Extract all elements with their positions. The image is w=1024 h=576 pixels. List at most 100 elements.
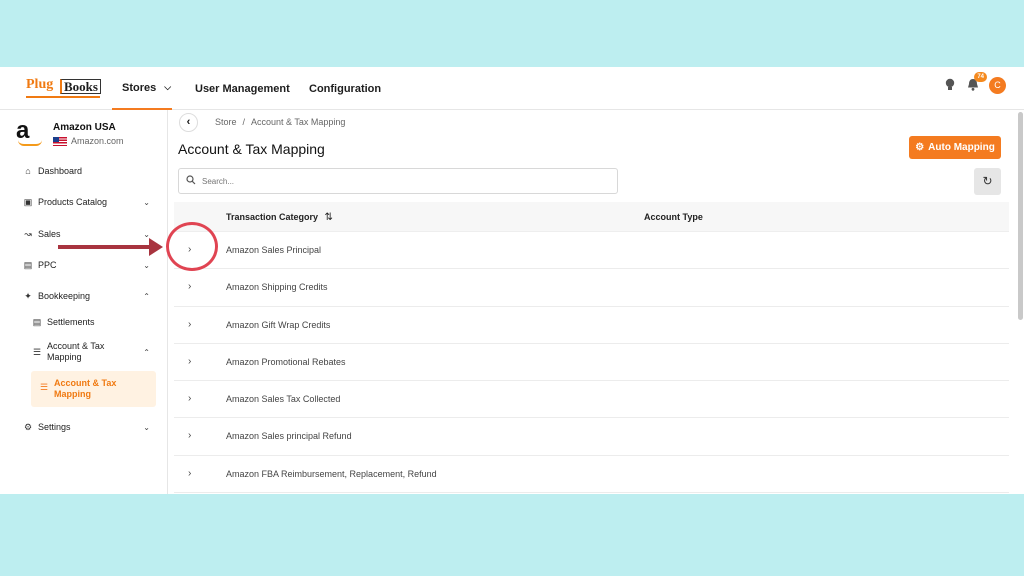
breadcrumb: Store / Account & Tax Mapping	[215, 117, 345, 127]
store-name: Amazon USA	[53, 122, 116, 133]
sitemap-icon: ☰	[31, 347, 43, 358]
us-flag-icon	[53, 137, 67, 146]
chevron-down-icon: ⌵	[164, 82, 171, 93]
chevron-right-icon[interactable]: ›	[188, 356, 191, 367]
sidebar-item-label: Account & Tax Mapping	[47, 341, 117, 363]
sort-icon[interactable]: ⇅	[325, 212, 333, 223]
chevron-down-icon: ⌄	[143, 198, 150, 207]
nav-user-management[interactable]: User Management	[195, 67, 290, 110]
box-icon: ▣	[22, 197, 34, 208]
search-icon	[186, 175, 196, 188]
nav-configuration-label: Configuration	[309, 83, 381, 95]
breadcrumb-store[interactable]: Store	[215, 117, 237, 127]
row-category-name: Amazon Gift Wrap Credits	[226, 320, 330, 330]
app-window: Plug Books Stores ⌵ User Management Conf…	[0, 67, 1024, 494]
bookkeeping-icon: ✦	[22, 291, 34, 302]
nav-user-management-label: User Management	[195, 83, 290, 95]
chevron-down-icon: ⌄	[143, 261, 150, 270]
top-bar: Plug Books Stores ⌵ User Management Conf…	[0, 67, 1024, 110]
ad-icon: ▤	[22, 260, 34, 271]
sidebar: a Amazon USA Amazon.com ⌂ Dashboard ▣ Pr…	[0, 110, 168, 494]
sidebar-item-label: Sales	[38, 229, 61, 239]
nav-stores[interactable]: Stores ⌵	[112, 67, 172, 110]
back-button[interactable]: ‹	[179, 113, 198, 132]
annotation-highlight-circle	[166, 222, 218, 271]
top-right-icons: 74 C	[943, 77, 1006, 94]
store-marketplace-label: Amazon.com	[71, 136, 124, 146]
table-row[interactable]: › Amazon Promotional Rebates	[174, 344, 1009, 381]
logo-plug-text: Plug	[26, 77, 53, 93]
sidebar-item-label: Settings	[38, 422, 71, 432]
sidebar-item-label: PPC	[38, 260, 57, 270]
column-header-account-type: Account Type	[644, 212, 703, 222]
chevron-right-icon[interactable]: ›	[188, 393, 191, 404]
chevron-down-icon: ⌄	[143, 423, 150, 432]
chevron-right-icon[interactable]: ›	[188, 319, 191, 330]
sidebar-item-label: Products Catalog	[38, 197, 107, 207]
row-category-name: Amazon Sales Principal	[226, 245, 321, 255]
sidebar-item-account-tax-mapping[interactable]: ☰ Account & Tax Mapping ⌃	[31, 340, 150, 364]
amazon-logo-icon: a	[16, 120, 44, 148]
row-category-name: Amazon Shipping Credits	[226, 282, 328, 292]
table-row[interactable]: › Amazon Sales Principal	[174, 232, 1009, 269]
row-category-name: Amazon FBA Reimbursement, Replacement, R…	[226, 469, 437, 479]
sidebar-item-account-tax-mapping-active[interactable]: ☰ Account & Tax Mapping	[31, 371, 156, 407]
column-header-label: Transaction Category	[226, 212, 318, 222]
sidebar-item-label: Dashboard	[38, 166, 82, 176]
store-marketplace: Amazon.com	[53, 136, 124, 146]
main-content: ‹ Store / Account & Tax Mapping Account …	[169, 110, 1024, 494]
table-row[interactable]: › Amazon Sales principal Refund	[174, 418, 1009, 455]
sidebar-item-ppc[interactable]: ▤ PPC ⌄	[22, 257, 150, 273]
lightbulb-icon[interactable]	[943, 78, 957, 94]
gear-icon: ⚙	[22, 422, 34, 433]
search-input[interactable]	[202, 177, 582, 186]
page-title: Account & Tax Mapping	[178, 141, 325, 157]
vertical-scrollbar[interactable]	[1018, 112, 1023, 320]
table-body: › Amazon Sales Principal › Amazon Shippi…	[174, 232, 1009, 493]
chevron-right-icon[interactable]: ›	[188, 430, 191, 441]
column-header-transaction-category[interactable]: Transaction Category ⇅	[226, 212, 333, 223]
table-header: Transaction Category ⇅ Account Type	[174, 202, 1009, 232]
auto-mapping-label: Auto Mapping	[928, 142, 995, 153]
nav-stores-label: Stores	[122, 82, 156, 94]
logo-underline	[26, 96, 100, 98]
plugbooks-logo[interactable]: Plug Books	[26, 77, 102, 99]
table-row[interactable]: › Amazon Sales Tax Collected	[174, 381, 1009, 418]
refresh-button[interactable]: ↻	[974, 168, 1001, 195]
sidebar-item-sales[interactable]: ↝ Sales ⌄	[22, 226, 150, 242]
sidebar-item-settings[interactable]: ⚙ Settings ⌄	[22, 419, 150, 435]
refresh-icon: ↻	[982, 174, 992, 188]
chevron-right-icon[interactable]: ›	[188, 281, 191, 292]
auto-mapping-button[interactable]: ⚙ Auto Mapping	[909, 136, 1001, 159]
sidebar-item-label: Bookkeeping	[38, 291, 90, 301]
user-avatar[interactable]: C	[989, 77, 1006, 94]
home-icon: ⌂	[22, 166, 34, 176]
chevron-up-icon: ⌃	[143, 348, 150, 357]
nav-configuration[interactable]: Configuration	[309, 67, 381, 110]
row-category-name: Amazon Sales principal Refund	[226, 431, 352, 441]
document-icon: ▤	[31, 317, 43, 328]
search-box[interactable]	[178, 168, 618, 194]
breadcrumb-current: Account & Tax Mapping	[251, 117, 345, 127]
annotation-arrow-head	[149, 238, 163, 256]
sidebar-item-label: Account & Tax Mapping	[54, 378, 134, 400]
table-row[interactable]: › Amazon FBA Reimbursement, Replacement,…	[174, 456, 1009, 493]
sidebar-item-dashboard[interactable]: ⌂ Dashboard	[22, 163, 150, 179]
gear-icon: ⚙	[915, 142, 924, 153]
sidebar-item-settlements[interactable]: ▤ Settlements	[31, 314, 150, 330]
sidebar-item-products-catalog[interactable]: ▣ Products Catalog ⌄	[22, 194, 150, 210]
notification-count-badge: 74	[974, 72, 987, 82]
sitemap-icon: ☰	[40, 382, 48, 393]
row-category-name: Amazon Sales Tax Collected	[226, 394, 340, 404]
breadcrumb-separator: /	[243, 117, 246, 127]
logo-books-text: Books	[60, 79, 101, 94]
chevron-right-icon[interactable]: ›	[188, 468, 191, 479]
chart-icon: ↝	[22, 229, 34, 240]
table-row[interactable]: › Amazon Shipping Credits	[174, 269, 1009, 306]
notification-bell-icon[interactable]: 74	[965, 78, 981, 94]
table-row[interactable]: › Amazon Gift Wrap Credits	[174, 307, 1009, 344]
row-category-name: Amazon Promotional Rebates	[226, 357, 346, 367]
chevron-up-icon: ⌃	[143, 292, 150, 301]
sidebar-item-bookkeeping[interactable]: ✦ Bookkeeping ⌃	[22, 288, 150, 304]
sidebar-item-label: Settlements	[47, 317, 95, 327]
